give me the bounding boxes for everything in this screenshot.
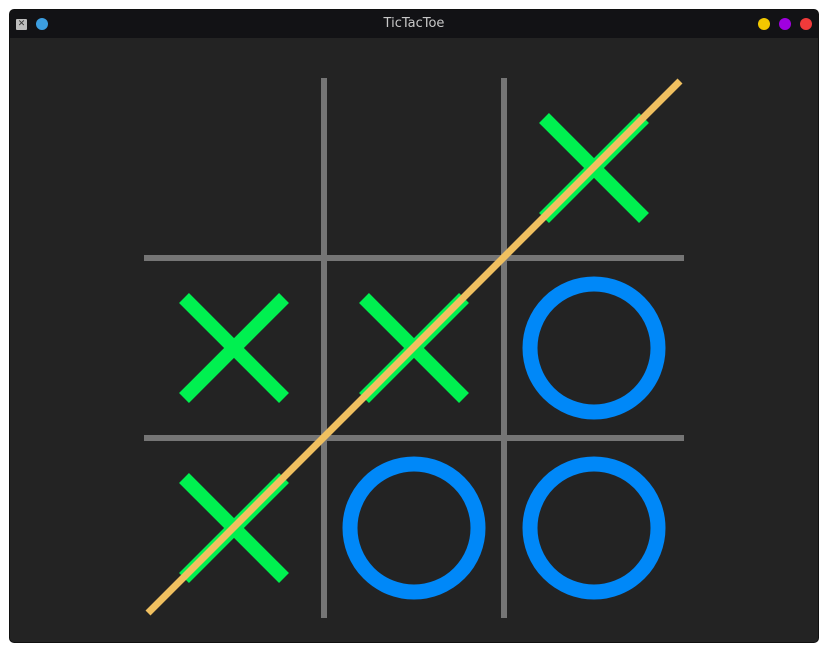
minimize-button[interactable]	[758, 18, 770, 30]
board-cell-0-1[interactable]	[324, 78, 504, 258]
game-board-area	[10, 38, 818, 642]
window-title: TicTacToe	[383, 16, 445, 31]
maximize-button[interactable]	[779, 18, 791, 30]
title-bar[interactable]: ✕ TicTacToe	[10, 10, 818, 38]
game-board[interactable]	[10, 38, 818, 642]
close-button[interactable]	[800, 18, 812, 30]
board-cell-0-0[interactable]	[144, 78, 324, 258]
game-window: ✕ TicTacToe	[10, 10, 818, 642]
